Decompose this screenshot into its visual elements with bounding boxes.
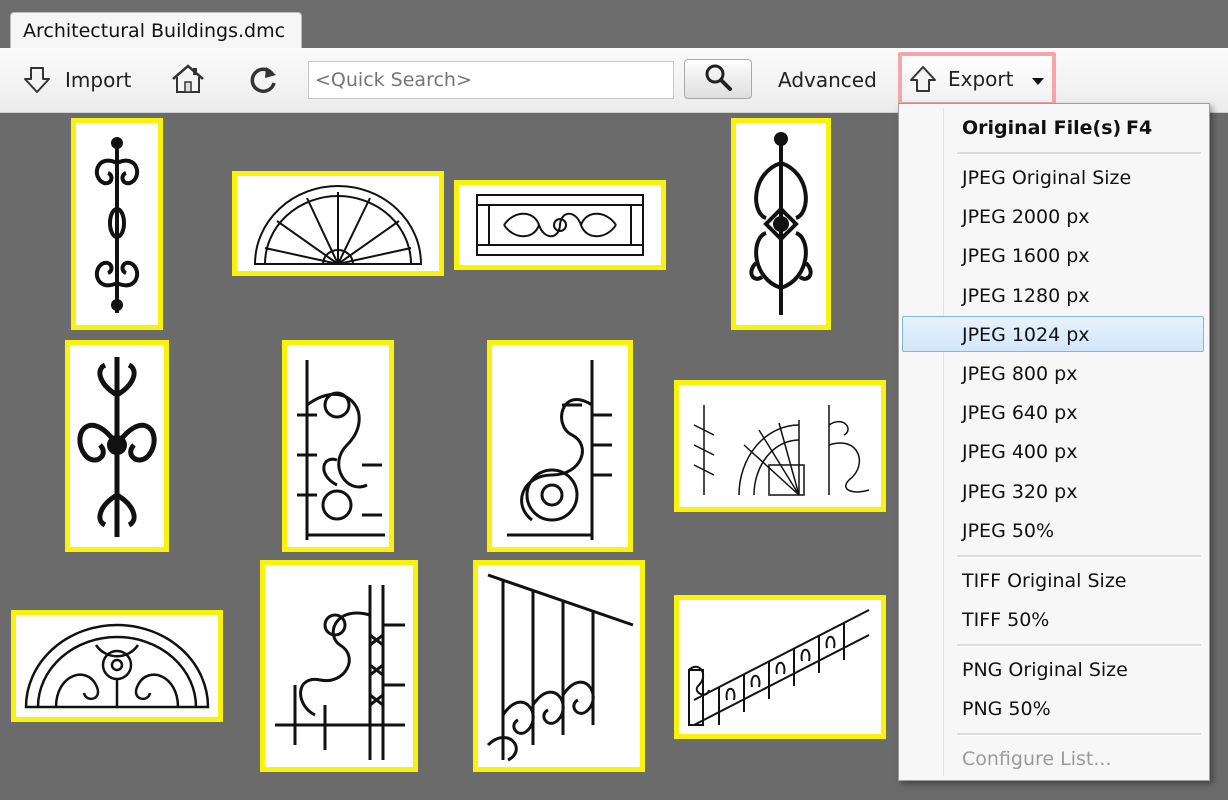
document-tab[interactable]: Architectural Buildings.dmc: [10, 12, 302, 49]
menu-item-label: TIFF 50%: [962, 609, 1050, 631]
menu-item-label: TIFF Original Size: [962, 570, 1127, 592]
menu-separator: [957, 555, 1201, 558]
chevron-down-icon: [1031, 67, 1045, 91]
ornament-thumbnail-icon: [297, 360, 385, 540]
menu-item-shortcut: F4: [1126, 117, 1153, 139]
ornament-thumbnail-icon: [688, 609, 870, 726]
menu-item-jpeg-640[interactable]: JPEG 640 px: [899, 395, 1209, 431]
menu-separator: [957, 733, 1201, 736]
search-icon: [703, 62, 733, 96]
thumbnail-item[interactable]: [473, 560, 645, 772]
ornament-thumbnail-icon: [253, 185, 423, 265]
import-label: Import: [65, 68, 132, 92]
thumbnail-item[interactable]: [731, 118, 831, 330]
search-button[interactable]: [684, 59, 752, 99]
refresh-button[interactable]: [246, 63, 280, 97]
import-button[interactable]: Import: [22, 65, 131, 95]
menu-item-label: JPEG Original Size: [962, 167, 1132, 189]
menu-item-png-original[interactable]: PNG Original Size: [899, 652, 1209, 688]
menu-item-label: JPEG 400 px: [962, 441, 1078, 463]
thumbnail-item[interactable]: [282, 340, 394, 552]
export-arrow-icon: [908, 64, 938, 94]
thumbnail-item[interactable]: [454, 180, 666, 270]
menu-item-label: JPEG 800 px: [962, 363, 1078, 385]
ornament-thumbnail-icon: [693, 405, 870, 496]
thumbnail-item[interactable]: [232, 171, 444, 276]
thumbnail-item[interactable]: [674, 595, 886, 739]
ornament-thumbnail-icon: [275, 585, 405, 760]
menu-separator: [957, 152, 1201, 155]
menu-item-label: JPEG 50%: [962, 520, 1055, 542]
menu-item-label: JPEG 320 px: [962, 481, 1078, 503]
thumbnail-item[interactable]: [71, 118, 163, 330]
menu-item-label: JPEG 1280 px: [962, 285, 1090, 307]
menu-item-configure-list: Configure List...: [899, 741, 1209, 777]
advanced-button[interactable]: Advanced: [778, 68, 877, 92]
home-button[interactable]: [170, 63, 206, 95]
thumbnail-item[interactable]: [487, 340, 633, 552]
ornament-thumbnail-icon: [24, 623, 210, 709]
menu-item-label: JPEG 2000 px: [962, 206, 1090, 228]
menu-item-jpeg-original[interactable]: JPEG Original Size: [899, 160, 1209, 196]
menu-item-tiff-original[interactable]: TIFF Original Size: [899, 563, 1209, 599]
export-menu: Original File(s) F4 JPEG Original Size J…: [898, 103, 1210, 781]
menu-item-label: PNG Original Size: [962, 659, 1128, 681]
export-button[interactable]: Export: [898, 52, 1056, 106]
menu-item-label: Original File(s): [962, 117, 1122, 139]
tab-strip: Architectural Buildings.dmc: [0, 0, 1228, 49]
document-tab-label: Architectural Buildings.dmc: [23, 20, 286, 42]
ornament-thumbnail-icon: [94, 137, 140, 313]
ornament-thumbnail-icon: [476, 194, 644, 256]
menu-separator: [957, 644, 1201, 647]
advanced-label: Advanced: [778, 68, 877, 92]
menu-item-jpeg-1024[interactable]: JPEG 1024 px: [902, 316, 1204, 352]
menu-item-label: JPEG 640 px: [962, 402, 1078, 424]
home-icon: [170, 63, 206, 95]
refresh-icon: [246, 63, 280, 97]
menu-item-label: JPEG 1024 px: [962, 324, 1090, 346]
import-arrow-icon: [22, 65, 52, 95]
menu-item-jpeg-1600[interactable]: JPEG 1600 px: [899, 238, 1209, 274]
ornament-thumbnail-icon: [507, 360, 612, 540]
menu-item-label: JPEG 1600 px: [962, 245, 1090, 267]
ornament-thumbnail-icon: [486, 573, 634, 762]
menu-item-jpeg-1280[interactable]: JPEG 1280 px: [899, 278, 1209, 314]
export-label: Export: [948, 67, 1014, 91]
thumbnail-item[interactable]: [11, 610, 223, 722]
thumbnail-item[interactable]: [260, 560, 418, 772]
menu-item-original-files[interactable]: Original File(s) F4: [899, 110, 1209, 146]
menu-item-tiff-50[interactable]: TIFF 50%: [899, 602, 1209, 638]
thumbnail-item[interactable]: [65, 340, 169, 552]
menu-item-png-50[interactable]: PNG 50%: [899, 691, 1209, 727]
menu-item-jpeg-800[interactable]: JPEG 800 px: [899, 356, 1209, 392]
ornament-thumbnail-icon: [749, 132, 813, 315]
menu-item-label: PNG 50%: [962, 698, 1051, 720]
menu-item-jpeg-320[interactable]: JPEG 320 px: [899, 474, 1209, 510]
thumbnail-item[interactable]: [674, 380, 886, 512]
ornament-thumbnail-icon: [77, 357, 157, 537]
menu-item-jpeg-50[interactable]: JPEG 50%: [899, 513, 1209, 549]
menu-item-jpeg-2000[interactable]: JPEG 2000 px: [899, 199, 1209, 235]
menu-item-label: Configure List...: [962, 748, 1112, 770]
menu-item-jpeg-400[interactable]: JPEG 400 px: [899, 434, 1209, 470]
quick-search-input[interactable]: [308, 61, 674, 99]
